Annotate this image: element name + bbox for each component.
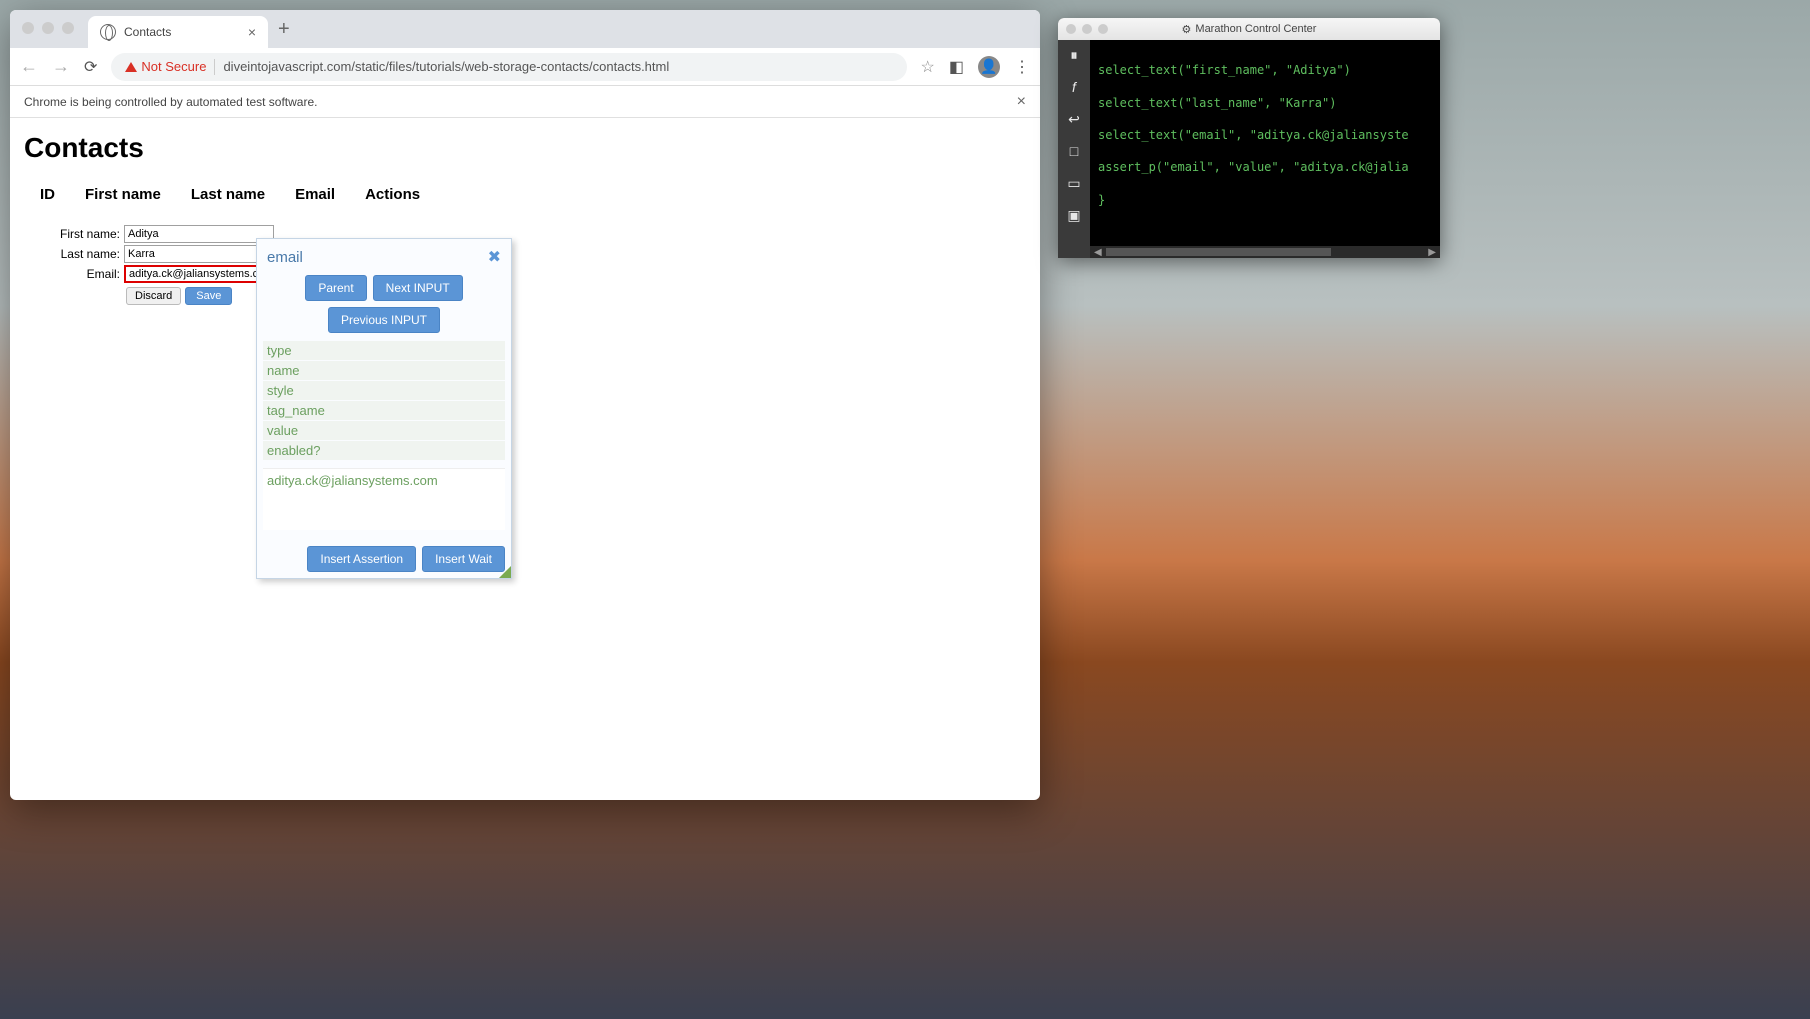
prop-name[interactable]: name — [263, 361, 505, 380]
first-name-input[interactable] — [124, 225, 274, 243]
email-row: Email: — [24, 265, 1026, 283]
marathon-sidebar: ⏸ f ↩ □ ▭ ▣ — [1058, 40, 1090, 258]
inspector-nav-row-1: Parent Next INPUT — [263, 275, 505, 301]
url-separator — [214, 59, 215, 75]
window-traffic-lights — [22, 22, 74, 34]
col-email: Email — [281, 180, 349, 209]
security-badge[interactable]: Not Secure — [125, 59, 206, 74]
prop-enabled[interactable]: enabled? — [263, 441, 505, 460]
extension-icon[interactable]: ◧ — [949, 57, 964, 77]
chrome-menu-icon[interactable]: ⋮ — [1014, 57, 1030, 77]
function-icon[interactable]: f — [1065, 78, 1083, 96]
resize-handle[interactable] — [499, 566, 511, 578]
security-label: Not Secure — [141, 59, 206, 74]
scroll-thumb[interactable] — [1106, 248, 1331, 256]
col-first-name: First name — [71, 180, 175, 209]
maximize-light[interactable] — [62, 22, 74, 34]
close-tab-icon[interactable]: × — [248, 24, 256, 40]
inspector-close-icon[interactable]: ✖ — [488, 247, 501, 267]
first-name-row: First name: — [24, 225, 1026, 243]
last-name-row: Last name: — [24, 245, 1026, 263]
contacts-table: ID First name Last name Email Actions — [24, 178, 436, 211]
browser-tab-contacts[interactable]: Contacts × — [88, 16, 268, 48]
prop-style[interactable]: style — [263, 381, 505, 400]
code-line-4: assert_p("email", "value", "aditya.ck@ja… — [1098, 159, 1432, 175]
col-last-name: Last name — [177, 180, 279, 209]
square-icon[interactable]: □ — [1065, 142, 1083, 160]
first-name-label: First name: — [24, 227, 124, 241]
inspector-popup[interactable]: email ✖ Parent Next INPUT Previous INPUT… — [256, 238, 512, 579]
bookmark-star-icon[interactable]: ☆ — [921, 57, 935, 77]
prop-tag-name[interactable]: tag_name — [263, 401, 505, 420]
inspector-nav-row-2: Previous INPUT — [263, 307, 505, 333]
page-title: Contacts — [24, 132, 1026, 164]
discard-button[interactable]: Discard — [126, 287, 181, 305]
inspector-actions: Insert Assertion Insert Wait — [263, 546, 505, 572]
value-display: aditya.ck@jaliansystems.com — [263, 468, 505, 530]
last-name-label: Last name: — [24, 247, 124, 261]
marathon-gear-icon: ⚙ — [1182, 23, 1192, 36]
parent-button[interactable]: Parent — [305, 275, 366, 301]
return-icon[interactable]: ↩ — [1065, 110, 1083, 128]
email-label: Email: — [24, 267, 124, 281]
m-close-light[interactable] — [1066, 24, 1076, 34]
automation-infobar: Chrome is being controlled by automated … — [10, 86, 1040, 118]
forward-button[interactable]: → — [52, 56, 70, 77]
globe-icon — [100, 24, 116, 40]
insert-wait-button[interactable]: Insert Wait — [422, 546, 505, 572]
horizontal-scrollbar[interactable]: ◀ ▶ — [1090, 246, 1440, 258]
screen-icon[interactable]: ▭ — [1065, 174, 1083, 192]
warning-icon — [125, 62, 137, 72]
close-light[interactable] — [22, 22, 34, 34]
marathon-body: ⏸ f ↩ □ ▭ ▣ select_text("first_name", "A… — [1058, 40, 1440, 258]
previous-input-button[interactable]: Previous INPUT — [328, 307, 440, 333]
email-input[interactable] — [124, 265, 274, 283]
marathon-code-pane[interactable]: select_text("first_name", "Aditya") sele… — [1090, 40, 1440, 258]
minimize-light[interactable] — [42, 22, 54, 34]
url-text: diveintojavascript.com/static/files/tuto… — [223, 59, 669, 74]
marathon-traffic-lights — [1066, 24, 1108, 34]
chrome-tab-bar: Contacts × + — [10, 10, 1040, 48]
next-input-button[interactable]: Next INPUT — [373, 275, 463, 301]
inspector-title: email — [267, 249, 303, 266]
reload-button[interactable]: ⟳ — [84, 57, 97, 77]
prop-value[interactable]: value — [263, 421, 505, 440]
chrome-toolbar: ← → ⟳ Not Secure diveintojavascript.com/… — [10, 48, 1040, 86]
m-min-light[interactable] — [1082, 24, 1092, 34]
code-area: select_text("first_name", "Aditya") sele… — [1090, 40, 1440, 246]
insert-assertion-button[interactable]: Insert Assertion — [307, 546, 416, 572]
marathon-window: ⚙ Marathon Control Center ⏸ f ↩ □ ▭ ▣ se… — [1058, 18, 1440, 258]
tab-title: Contacts — [124, 25, 171, 39]
marathon-title: Marathon Control Center — [1195, 23, 1316, 35]
pause-icon[interactable]: ⏸ — [1065, 46, 1083, 64]
save-button[interactable]: Save — [185, 287, 232, 305]
address-bar[interactable]: Not Secure diveintojavascript.com/static… — [111, 53, 906, 81]
property-list: type name style tag_name value enabled? — [263, 341, 505, 460]
record-box-icon[interactable]: ▣ — [1065, 206, 1083, 224]
scroll-right-icon[interactable]: ▶ — [1428, 247, 1436, 258]
page-content: Contacts ID First name Last name Email A… — [10, 118, 1040, 319]
inspector-header: email ✖ — [263, 245, 505, 275]
scroll-left-icon[interactable]: ◀ — [1094, 247, 1102, 258]
infobar-close-icon[interactable]: × — [1017, 93, 1026, 111]
code-line-2: select_text("last_name", "Karra") — [1098, 95, 1432, 111]
new-tab-button[interactable]: + — [278, 18, 290, 41]
last-name-input[interactable] — [124, 245, 274, 263]
code-line-5: } — [1098, 192, 1432, 208]
col-id: ID — [26, 180, 69, 209]
inspector-nav: Parent Next INPUT Previous INPUT — [263, 275, 505, 333]
col-actions: Actions — [351, 180, 434, 209]
code-line-3: select_text("email", "aditya.ck@jaliansy… — [1098, 127, 1432, 143]
m-max-light[interactable] — [1098, 24, 1108, 34]
prop-type[interactable]: type — [263, 341, 505, 360]
back-button[interactable]: ← — [20, 56, 38, 77]
code-line-1: select_text("first_name", "Aditya") — [1098, 62, 1432, 78]
infobar-text: Chrome is being controlled by automated … — [24, 95, 317, 109]
profile-icon[interactable]: 👤 — [978, 56, 1000, 78]
marathon-titlebar[interactable]: ⚙ Marathon Control Center — [1058, 18, 1440, 40]
table-header-row: ID First name Last name Email Actions — [26, 180, 434, 209]
chrome-browser-window: Contacts × + ← → ⟳ Not Secure diveintoja… — [10, 10, 1040, 800]
